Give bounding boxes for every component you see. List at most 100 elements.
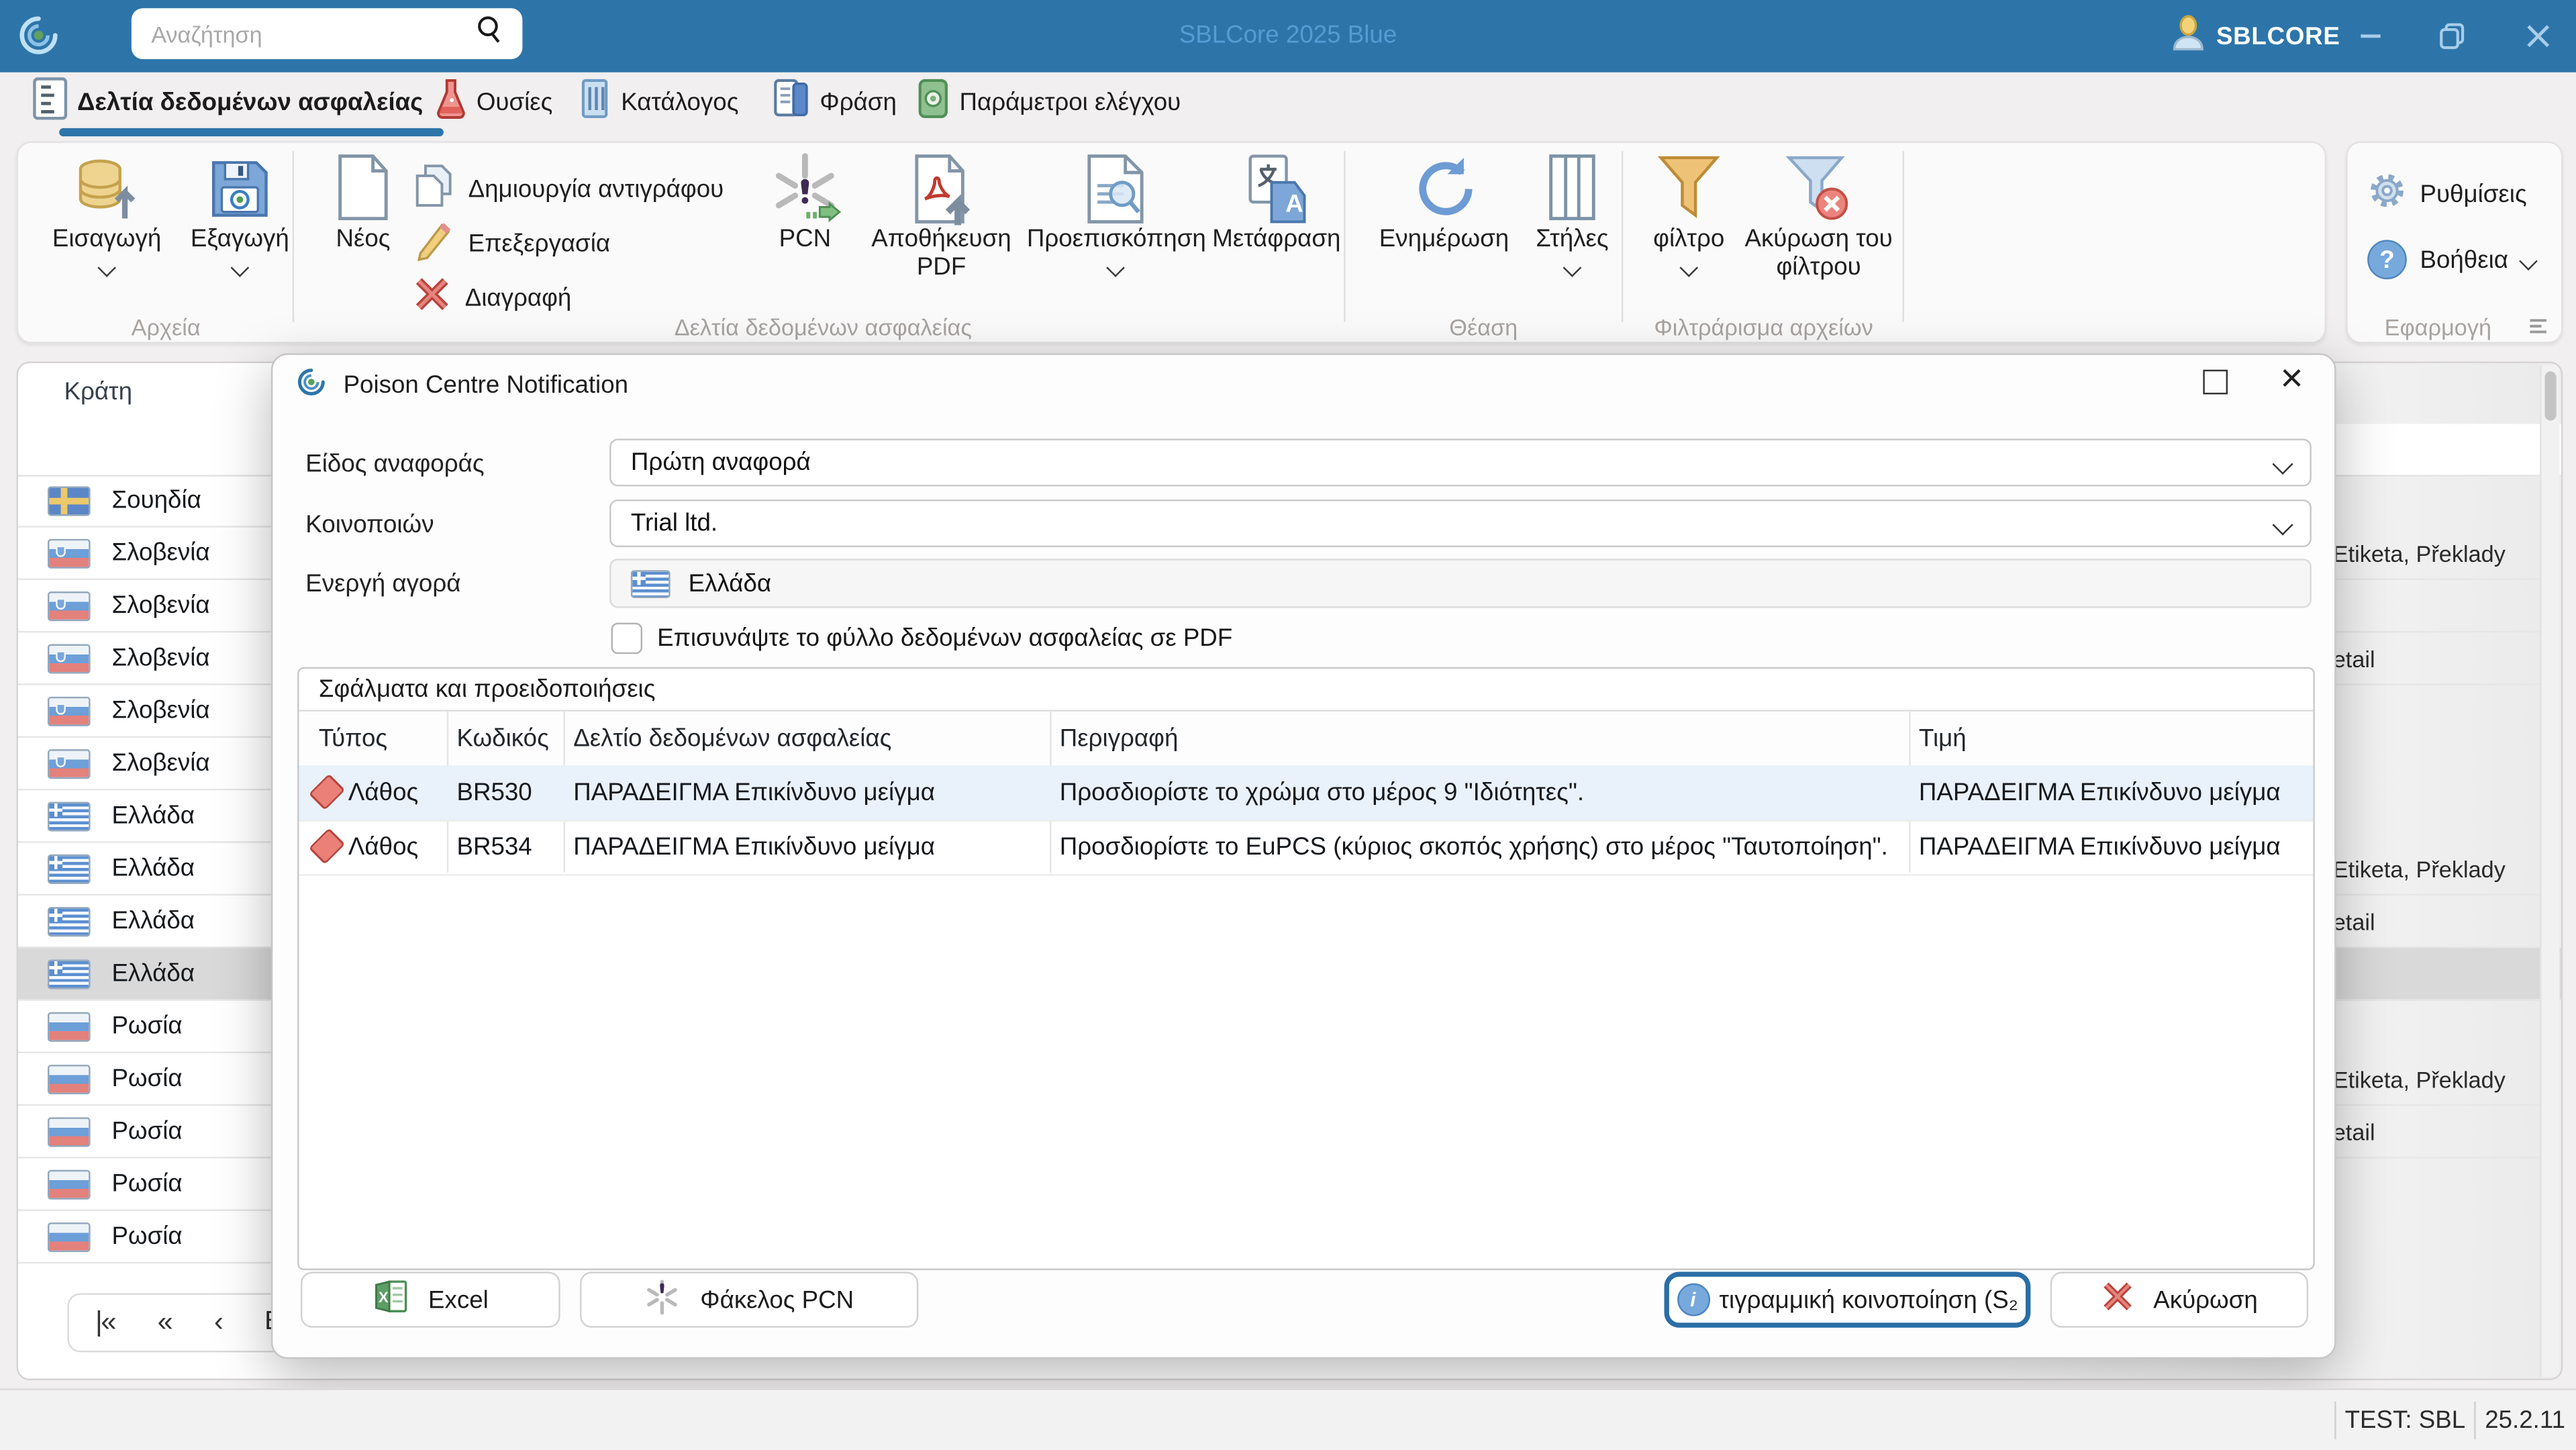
- attach-pdf-label: Επισυνάψτε το φύλλο δεδομένων ασφαλείας …: [657, 624, 1232, 652]
- cell-value: ΠΑΡΑΔΕΙΓΜΑ Επικίνδυνο μείγμα: [1919, 779, 2281, 807]
- vertical-scrollbar[interactable]: [2540, 365, 2559, 1377]
- chevron-down-icon: [2519, 252, 2538, 271]
- prev-group-button[interactable]: «: [158, 1306, 172, 1339]
- import-button[interactable]: Εισαγωγή: [41, 153, 172, 281]
- export-label: Εξαγωγή: [176, 225, 304, 253]
- grid-cell-partial[interactable]: etail: [2334, 632, 2544, 685]
- new-document-icon: [320, 153, 405, 226]
- col-value[interactable]: Τιμή: [1919, 724, 1967, 753]
- grid-cell-partial[interactable]: etail: [2334, 896, 2544, 948]
- flag-gr-icon: [48, 959, 91, 988]
- duplicate-button[interactable]: Δημιουργία αντιγράφου: [412, 162, 724, 215]
- pcn-dialog: Poison Centre Notification × Είδος αναφο…: [271, 353, 2336, 1359]
- refresh-button[interactable]: Ενημέρωση: [1369, 153, 1520, 253]
- col-description[interactable]: Περιγραφή: [1060, 724, 1179, 753]
- grid-cell-partial[interactable]: Etiketa, Překlady: [2334, 528, 2544, 580]
- edit-button[interactable]: Επεξεργασία: [412, 219, 610, 268]
- grid-cell-partial-selected[interactable]: [2334, 948, 2544, 1000]
- country-label: Ρωσία: [111, 1012, 182, 1041]
- pcn-label: PCN: [754, 225, 856, 253]
- attach-pdf-checkbox[interactable]: [611, 623, 643, 655]
- col-sds[interactable]: Δελτίο δεδομένων ασφαλείας: [573, 724, 891, 753]
- country-label: Ρωσία: [111, 1222, 182, 1251]
- report-type-select[interactable]: Πρώτη αναφορά: [609, 439, 2312, 487]
- chevron-down-icon: [2273, 514, 2293, 535]
- excel-button[interactable]: X Excel: [301, 1272, 560, 1328]
- export-button[interactable]: Εξαγωγή: [176, 153, 304, 281]
- country-label: Ελλάδα: [111, 855, 195, 883]
- chevron-down-icon: [2273, 454, 2293, 475]
- settings-button[interactable]: Ρυθμίσεις: [2367, 171, 2527, 218]
- country-label: Ελλάδα: [111, 959, 195, 987]
- dialog-launcher-icon[interactable]: [2528, 314, 2548, 344]
- minimize-button[interactable]: [2336, 0, 2406, 72]
- tab-catalogue[interactable]: Κατάλογος: [579, 72, 739, 132]
- chevron-down-icon: [231, 258, 250, 277]
- restore-button[interactable]: [2418, 0, 2487, 72]
- user-account[interactable]: SBLCORE: [2172, 0, 2340, 72]
- grid-cell-partial[interactable]: etail: [2334, 1106, 2544, 1158]
- clear-filter-label: Ακύρωση του φίλτρου: [1740, 225, 1897, 281]
- flag-gr-icon: [48, 854, 91, 883]
- grid-cell-partial[interactable]: [2334, 580, 2544, 632]
- flag-si-icon: [48, 591, 91, 620]
- close-button[interactable]: [2504, 0, 2573, 72]
- columns-label: Στήλες: [1526, 225, 1618, 253]
- search-icon[interactable]: [473, 13, 506, 54]
- col-code[interactable]: Κωδικός: [456, 724, 548, 753]
- pcn-button[interactable]: PCN: [754, 153, 856, 253]
- grid-cell-partial[interactable]: Etiketa, Překlady: [2334, 1053, 2544, 1106]
- pcn-folder-button[interactable]: Φάκελος PCN: [580, 1272, 918, 1328]
- flag-se-icon: [48, 485, 91, 515]
- tab-label: Παράμετροι ελέγχου: [959, 88, 1181, 116]
- tab-safety-data-sheets[interactable]: Δελτία δεδομένων ασφαλείας: [33, 72, 423, 132]
- excel-icon: X: [373, 1278, 409, 1321]
- market-label: Ενεργή αγορά: [305, 570, 460, 598]
- prev-page-button[interactable]: ‹: [214, 1306, 221, 1339]
- country-label: Ρωσία: [111, 1117, 182, 1145]
- dialog-close-icon[interactable]: ×: [2280, 356, 2303, 403]
- delete-label: Διαγραφή: [465, 283, 572, 311]
- scrollbar-thumb[interactable]: [2544, 371, 2556, 420]
- columns-button[interactable]: Στήλες: [1526, 153, 1618, 281]
- user-label: SBLCORE: [2216, 22, 2340, 50]
- filter-label: φίλτρο: [1641, 225, 1736, 253]
- cell-type: Λάθος: [348, 779, 418, 807]
- grid-cell-partial[interactable]: Etiketa, Překlady: [2334, 843, 2544, 896]
- cancel-button[interactable]: Ακύρωση: [2050, 1272, 2308, 1328]
- database-import-icon: [41, 153, 172, 226]
- error-row[interactable]: Λάθος BR534 ΠΑΡΑΔΕΙΓΜΑ Επικίνδυνο μείγμα…: [299, 820, 2313, 875]
- error-row[interactable]: Λάθος BR530 ΠΑΡΑΔΕΙΓΜΑ Επικίνδυνο μείγμα…: [299, 766, 2313, 822]
- search-input[interactable]: [148, 19, 473, 48]
- country-label: Σλοβενία: [111, 749, 209, 777]
- first-page-button[interactable]: |«: [95, 1306, 115, 1339]
- tab-substances[interactable]: Ουσίες: [436, 72, 553, 132]
- online-notification-button[interactable]: i τιγραμμική κοινοποίηση (S₂: [1665, 1272, 2031, 1328]
- help-button[interactable]: ? Βοήθεια: [2367, 240, 2534, 279]
- new-button[interactable]: Νέος: [320, 153, 405, 253]
- report-type-label: Είδος αναφοράς: [305, 450, 484, 479]
- search-box[interactable]: [132, 8, 523, 59]
- clear-filter-button[interactable]: Ακύρωση του φίλτρου: [1740, 153, 1897, 281]
- notifier-value: Trial ltd.: [631, 510, 717, 538]
- notifier-select[interactable]: Trial ltd.: [609, 499, 2312, 547]
- column-header-countries[interactable]: Κράτη: [64, 378, 132, 406]
- report-type-value: Πρώτη αναφορά: [631, 448, 811, 477]
- col-type[interactable]: Τύπος: [319, 724, 387, 753]
- dialog-maximize-button[interactable]: [2203, 370, 2228, 395]
- tab-check-parameters[interactable]: Παράμετροι ελέγχου: [917, 72, 1181, 132]
- save-pdf-button[interactable]: Αποθήκευση PDF: [862, 153, 1020, 281]
- cell-code: BR530: [456, 779, 532, 807]
- columns-icon: [1526, 153, 1618, 226]
- dialog-title: Poison Centre Notification: [344, 371, 629, 399]
- chevron-down-icon: [1563, 258, 1582, 277]
- attach-pdf-option: Επισυνάψτε το φύλλο δεδομένων ασφαλείας …: [611, 623, 1233, 655]
- preview-button[interactable]: Προεπισκόπηση: [1027, 153, 1204, 281]
- tab-phrase[interactable]: Φράση: [772, 72, 896, 132]
- error-diamond-icon: [309, 828, 346, 865]
- translate-button[interactable]: A Μετάφραση: [1204, 153, 1348, 253]
- flag-si-icon: [48, 538, 91, 568]
- delete-button[interactable]: Διαγραφή: [412, 275, 571, 321]
- filter-button[interactable]: φίλτρο: [1641, 153, 1736, 281]
- country-label: Σλοβενία: [111, 539, 209, 567]
